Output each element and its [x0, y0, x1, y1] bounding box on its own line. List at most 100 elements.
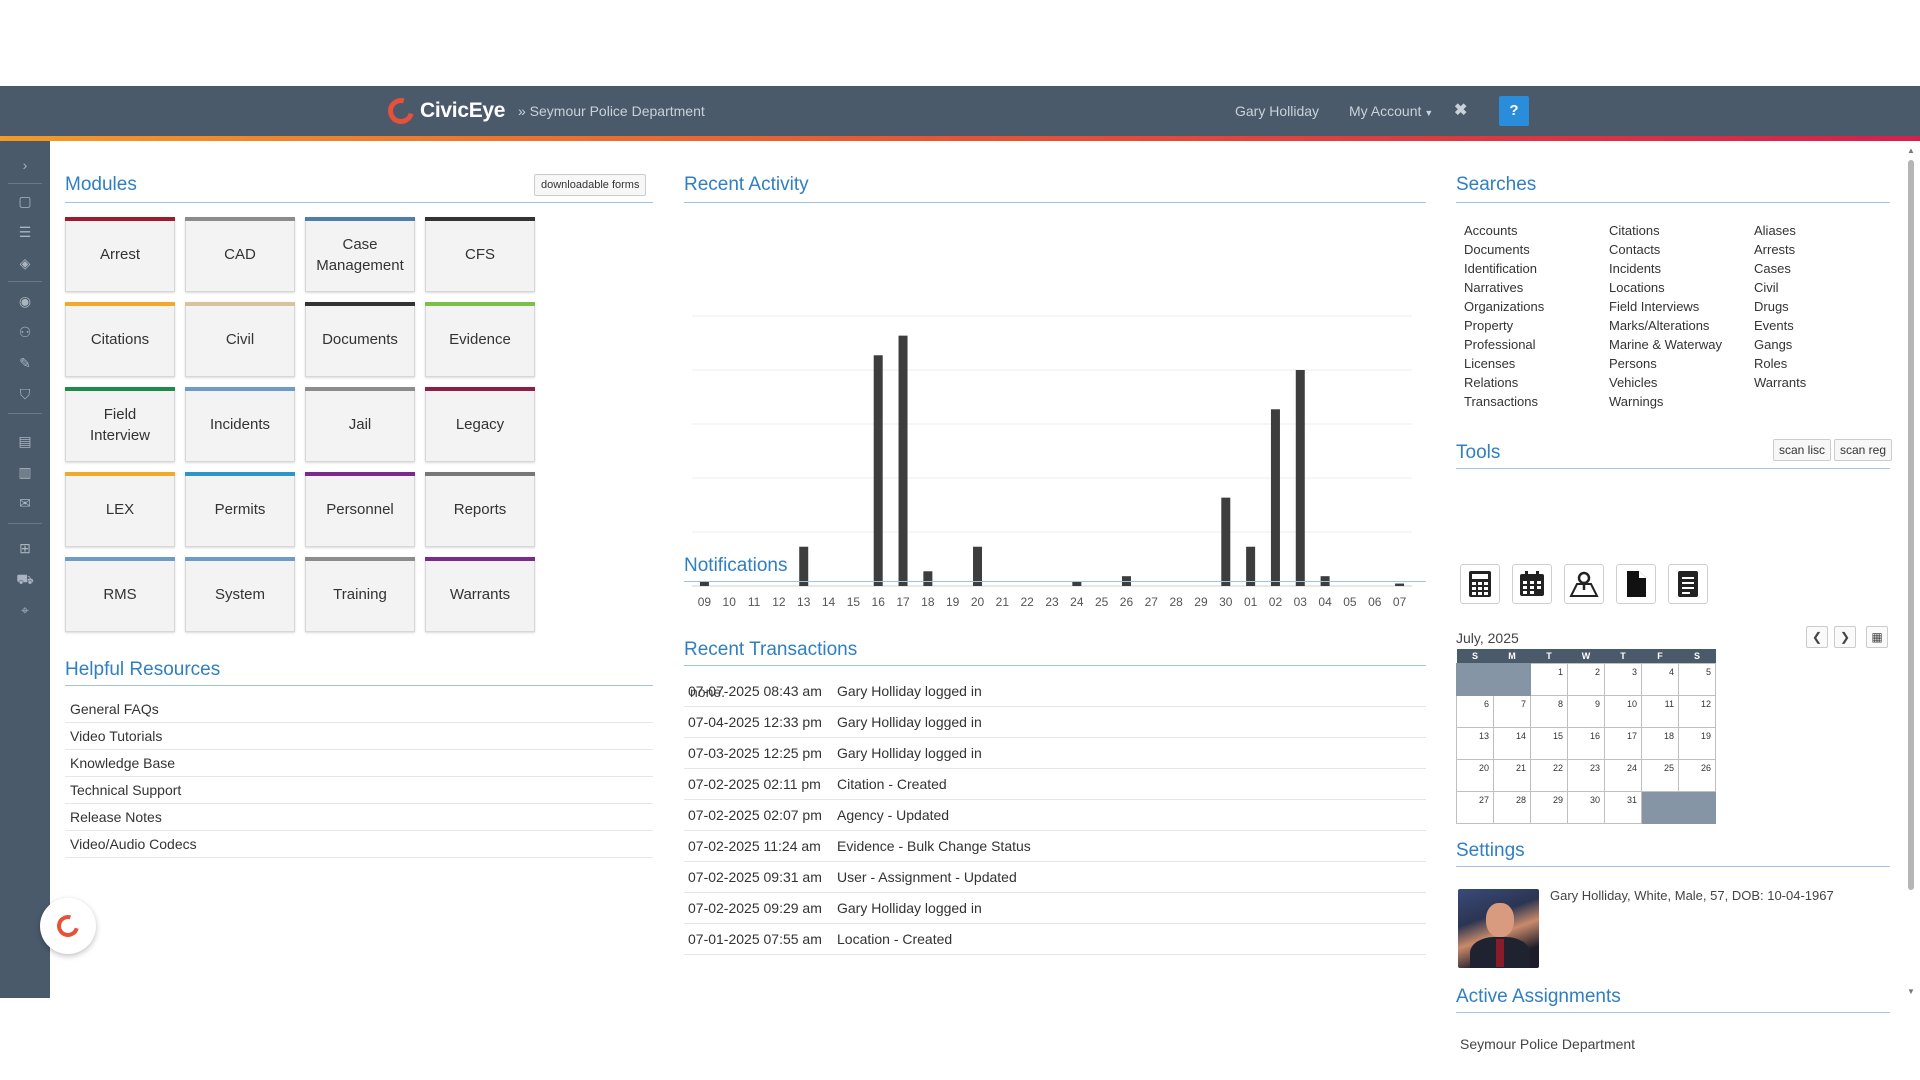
search-link-identification[interactable]: Identification	[1464, 261, 1537, 276]
calendar-day[interactable]: 14	[1493, 726, 1531, 760]
calendar-day[interactable]: 16	[1567, 726, 1605, 760]
calendar-day[interactable]: 30	[1567, 790, 1605, 824]
calendar-day[interactable]: 17	[1604, 726, 1642, 760]
search-link-property[interactable]: Property	[1464, 318, 1513, 333]
calendar-day[interactable]: 6	[1456, 694, 1494, 728]
module-permits[interactable]: Permits	[185, 472, 295, 547]
module-reports[interactable]: Reports	[425, 472, 535, 547]
chart-bar[interactable]	[898, 335, 908, 586]
department-breadcrumb[interactable]: » Seymour Police Department	[518, 103, 705, 119]
search-link-gangs[interactable]: Gangs	[1754, 337, 1792, 352]
search-link-events[interactable]: Events	[1754, 318, 1794, 333]
scan-license-button[interactable]: scan lisc	[1773, 439, 1832, 461]
help-button[interactable]: ?	[1499, 96, 1529, 126]
resource-link[interactable]: Video Tutorials	[65, 723, 653, 750]
downloadable-forms-button[interactable]: downloadable forms	[534, 174, 647, 196]
search-link-field-interviews[interactable]: Field Interviews	[1609, 299, 1699, 314]
transaction-row[interactable]: 07-02-2025 02:11 pm Citation - Created	[684, 769, 1426, 800]
search-link-transactions[interactable]: Transactions	[1464, 394, 1538, 409]
calendar-day[interactable]: 13	[1456, 726, 1494, 760]
module-arrest[interactable]: Arrest	[65, 217, 175, 292]
scan-registration-button[interactable]: scan reg	[1834, 439, 1893, 461]
module-citations[interactable]: Citations	[65, 302, 175, 377]
calendar-day[interactable]: 12	[1678, 694, 1716, 728]
calendar-next-button[interactable]: ❯	[1834, 626, 1856, 648]
transaction-row[interactable]: 07-02-2025 09:29 am Gary Holliday logged …	[684, 893, 1426, 924]
transaction-row[interactable]: 07-07-2025 08:43 am Gary Holliday logged …	[684, 676, 1426, 707]
search-link-vehicles[interactable]: Vehicles	[1609, 375, 1657, 390]
module-personnel[interactable]: Personnel	[305, 472, 415, 547]
calendar-day[interactable]: 29	[1530, 790, 1568, 824]
calendar-day[interactable]: 20	[1456, 758, 1494, 792]
search-link-aliases[interactable]: Aliases	[1754, 223, 1796, 238]
user-profile-info[interactable]: Gary Holliday, White, Male, 57, DOB: 10-…	[1550, 888, 1834, 903]
person-circle-icon[interactable]: ◉	[15, 291, 35, 311]
module-lex[interactable]: LEX	[65, 472, 175, 547]
tag-icon[interactable]: ◈	[15, 253, 35, 273]
report-icon[interactable]	[1668, 564, 1708, 604]
search-link-marine-waterway[interactable]: Marine & Waterway	[1609, 337, 1722, 352]
list-icon[interactable]: ☰	[15, 222, 35, 242]
calendar-icon[interactable]	[1512, 564, 1552, 604]
map-icon[interactable]	[1564, 564, 1604, 604]
search-link-accounts[interactable]: Accounts	[1464, 223, 1517, 238]
current-user[interactable]: Gary Holliday	[1235, 103, 1319, 119]
search-link-incidents[interactable]: Incidents	[1609, 261, 1661, 276]
chart-bar[interactable]	[923, 571, 933, 586]
envelope-icon[interactable]: ✉	[15, 493, 35, 513]
chevron-right-icon[interactable]: ›	[15, 155, 35, 175]
calendar-day[interactable]: 23	[1567, 758, 1605, 792]
search-link-persons[interactable]: Persons	[1609, 356, 1657, 371]
search-link-locations[interactable]: Locations	[1609, 280, 1665, 295]
document-icon[interactable]	[1616, 564, 1656, 604]
calendar-day[interactable]: 8	[1530, 694, 1568, 728]
truck-icon[interactable]: ⛟	[15, 569, 35, 589]
transaction-row[interactable]: 07-02-2025 11:24 am Evidence - Bulk Chang…	[684, 831, 1426, 862]
search-link-narratives[interactable]: Narratives	[1464, 280, 1523, 295]
calendar-day[interactable]: 4	[1641, 662, 1679, 696]
module-warrants[interactable]: Warrants	[425, 557, 535, 632]
search-link-civil[interactable]: Civil	[1754, 280, 1779, 295]
calendar-day[interactable]: 25	[1641, 758, 1679, 792]
clipboard-icon[interactable]: ▢	[15, 191, 35, 211]
chart-bar[interactable]	[873, 355, 883, 586]
transaction-row[interactable]: 07-02-2025 09:31 am User - Assignment - U…	[684, 862, 1426, 893]
calendar-day[interactable]: 1	[1530, 662, 1568, 696]
module-rms[interactable]: RMS	[65, 557, 175, 632]
calendar-day[interactable]: 26	[1678, 758, 1716, 792]
calendar-day[interactable]: 2	[1567, 662, 1605, 696]
search-link-relations[interactable]: Relations	[1464, 375, 1518, 390]
chart-bar[interactable]	[1295, 370, 1305, 586]
resource-link[interactable]: Release Notes	[65, 804, 653, 831]
calendar-day[interactable]: 18	[1641, 726, 1679, 760]
calendar-day[interactable]: 3	[1604, 662, 1642, 696]
module-training[interactable]: Training	[305, 557, 415, 632]
search-link-arrests[interactable]: Arrests	[1754, 242, 1795, 257]
module-case-management[interactable]: Case Management	[305, 217, 415, 292]
calendar-day[interactable]: 22	[1530, 758, 1568, 792]
search-link-contacts[interactable]: Contacts	[1609, 242, 1660, 257]
resource-link[interactable]: General FAQs	[65, 696, 653, 723]
list-alt-icon[interactable]: ▥	[15, 462, 35, 482]
module-evidence[interactable]: Evidence	[425, 302, 535, 377]
search-link-warrants[interactable]: Warrants	[1754, 375, 1806, 390]
search-link-warnings[interactable]: Warnings	[1609, 394, 1663, 409]
calendar-day[interactable]: 19	[1678, 726, 1716, 760]
module-incidents[interactable]: Incidents	[185, 387, 295, 462]
search-link-documents[interactable]: Documents	[1464, 242, 1530, 257]
calendar-day[interactable]: 21	[1493, 758, 1531, 792]
calendar-day[interactable]: 28	[1493, 790, 1531, 824]
civiceye-assistant-button[interactable]	[40, 898, 96, 954]
module-cfs[interactable]: CFS	[425, 217, 535, 292]
search-link-professional[interactable]: Professional	[1464, 337, 1536, 352]
calendar-day[interactable]: 27	[1456, 790, 1494, 824]
avatar[interactable]	[1458, 889, 1539, 968]
calendar-prev-button[interactable]: ❮	[1806, 626, 1828, 648]
module-cad[interactable]: CAD	[185, 217, 295, 292]
module-legacy[interactable]: Legacy	[425, 387, 535, 462]
calendar-day[interactable]: 10	[1604, 694, 1642, 728]
transaction-row[interactable]: 07-04-2025 12:33 pm Gary Holliday logged …	[684, 707, 1426, 738]
transaction-row[interactable]: 07-03-2025 12:25 pm Gary Holliday logged …	[684, 738, 1426, 769]
module-civil[interactable]: Civil	[185, 302, 295, 377]
resource-link[interactable]: Technical Support	[65, 777, 653, 804]
